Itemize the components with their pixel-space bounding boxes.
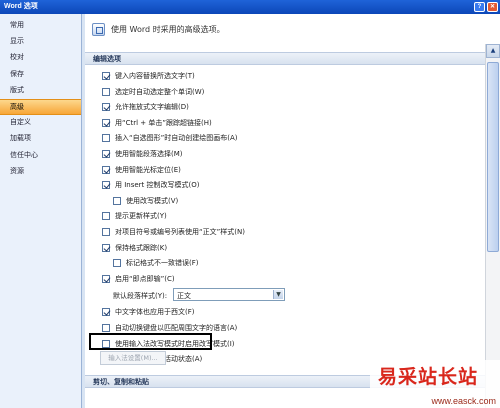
sidebar-item-resources[interactable]: 资源 — [0, 164, 81, 180]
option-prompt-update-style[interactable]: 提示更新样式(Y) — [85, 208, 500, 224]
window-titlebar: Word 选项 ? ✕ — [0, 0, 500, 14]
watermark-text: 易采站长站 — [378, 366, 479, 388]
panel-header-text: 使用 Word 时采用的高级选项。 — [111, 25, 225, 34]
option-label: 用 Insert 控制改写模式(O) — [115, 181, 200, 190]
option-insert-key-overtype[interactable]: 用 Insert 控制改写模式(O) — [85, 177, 500, 193]
checkbox[interactable] — [113, 259, 121, 268]
option-label: 插入“自选图形”时自动创建绘图画布(A) — [115, 134, 238, 143]
option-smart-paragraph-selection[interactable]: 使用智能段落选择(M) — [85, 146, 500, 162]
option-label: 提示更新样式(Y) — [115, 212, 167, 221]
option-drag-drop-editing[interactable]: 允许拖放式文字编辑(D) — [85, 99, 500, 115]
option-label: 中文字体也应用于西文(F) — [115, 308, 195, 317]
sidebar: 常用 显示 校对 保存 版式 高级 自定义 加载项 信任中心 资源 — [0, 14, 82, 408]
checkbox[interactable] — [102, 165, 110, 174]
advanced-options-icon — [92, 23, 105, 36]
sidebar-item-save[interactable]: 保存 — [0, 67, 81, 83]
help-button[interactable]: ? — [474, 2, 485, 12]
option-label: 自动切换键盘以匹配周围文字的语言(A) — [115, 323, 238, 332]
checkbox[interactable] — [102, 212, 110, 221]
panel-header: 使用 Word 时采用的高级选项。 — [85, 14, 500, 44]
default-paragraph-style-row: 默认段落样式(Y): 正文 ▼ — [85, 286, 500, 303]
checkbox[interactable] — [113, 196, 121, 205]
option-mark-formatting-inconsistencies[interactable]: 标记格式不一致错误(F) — [85, 255, 500, 271]
option-label: 启用“即点即输”(C) — [115, 274, 175, 283]
sidebar-item-display[interactable]: 显示 — [0, 34, 81, 50]
checkbox[interactable] — [102, 323, 110, 332]
sidebar-item-common[interactable]: 常用 — [0, 18, 81, 34]
checkbox[interactable] — [102, 149, 110, 158]
option-enable-click-and-type[interactable]: 启用“即点即输”(C) — [85, 271, 500, 287]
option-label: 标记格式不一致错误(F) — [126, 259, 199, 268]
option-auto-drawing-canvas[interactable]: 插入“自选图形”时自动创建绘图画布(A) — [85, 130, 500, 146]
checkbox[interactable] — [102, 308, 110, 317]
checkbox[interactable] — [102, 118, 110, 127]
checkbox[interactable] — [102, 134, 110, 143]
checkbox[interactable] — [102, 103, 110, 112]
option-label: 使用改写模式(V) — [126, 196, 179, 205]
vertical-scrollbar[interactable]: ▲ — [485, 44, 500, 408]
default-paragraph-style-label: 默认段落样式(Y): — [113, 292, 168, 301]
option-auto-select-word[interactable]: 选定时自动选定整个单词(W) — [85, 84, 500, 100]
ime-settings-button[interactable]: 输入法设置(M)... — [100, 351, 166, 365]
checkbox[interactable] — [102, 72, 110, 80]
option-label: 使用智能光标定位(E) — [115, 165, 181, 174]
checkbox[interactable] — [102, 274, 110, 283]
window-title: Word 选项 — [4, 3, 38, 10]
watermark-subtext: www.easck.com — [431, 396, 496, 406]
option-normal-style-for-lists[interactable]: 对项目符号或编号列表使用“正文”样式(N) — [85, 224, 500, 240]
option-use-overtype-mode[interactable]: 使用改写模式(V) — [85, 193, 500, 209]
checkbox[interactable] — [102, 243, 110, 252]
option-label: 对项目符号或编号列表使用“正文”样式(N) — [115, 227, 245, 236]
window-controls: ? ✕ — [474, 2, 498, 12]
sidebar-item-typography[interactable]: 版式 — [0, 83, 81, 99]
highlight-box — [89, 333, 212, 350]
option-label: 使用智能段落选择(M) — [115, 149, 183, 158]
sidebar-item-advanced[interactable]: 高级 — [0, 98, 81, 116]
option-keep-track-formatting[interactable]: 保持格式跟踪(K) — [85, 240, 500, 256]
checkbox[interactable] — [102, 181, 110, 190]
default-paragraph-style-select[interactable]: 正文 ▼ — [173, 288, 285, 302]
sidebar-item-addins[interactable]: 加载项 — [0, 131, 81, 147]
scroll-up-icon[interactable]: ▲ — [486, 44, 500, 58]
option-east-asian-font-for-latin[interactable]: 中文字体也应用于西文(F) — [85, 304, 500, 320]
option-smart-cursoring[interactable]: 使用智能光标定位(E) — [85, 162, 500, 178]
option-label: 允许拖放式文字编辑(D) — [115, 103, 189, 112]
default-paragraph-style-value: 正文 — [177, 292, 191, 301]
checkbox[interactable] — [102, 227, 110, 236]
option-typing-replaces-selection[interactable]: 键入内容替换所选文字(T) — [85, 68, 500, 84]
sidebar-item-proofing[interactable]: 校对 — [0, 50, 81, 66]
sidebar-item-customize[interactable]: 自定义 — [0, 115, 81, 131]
option-ctrl-click-hyperlink[interactable]: 用“Ctrl + 单击”跟踪超链接(H) — [85, 115, 500, 131]
option-label: 键入内容替换所选文字(T) — [115, 72, 195, 80]
option-label: 选定时自动选定整个单词(W) — [115, 87, 205, 96]
option-label: 保持格式跟踪(K) — [115, 243, 168, 252]
chevron-down-icon[interactable]: ▼ — [273, 290, 283, 300]
watermark: 易采站长站 www.easck.com — [370, 360, 500, 408]
section-editing-options: 编辑选项 — [85, 52, 500, 65]
close-button[interactable]: ✕ — [487, 2, 498, 12]
sidebar-item-trust-center[interactable]: 信任中心 — [0, 148, 81, 164]
scroll-thumb[interactable] — [487, 62, 499, 252]
option-label: 用“Ctrl + 单击”跟踪超链接(H) — [115, 118, 212, 127]
checkbox[interactable] — [102, 87, 110, 96]
